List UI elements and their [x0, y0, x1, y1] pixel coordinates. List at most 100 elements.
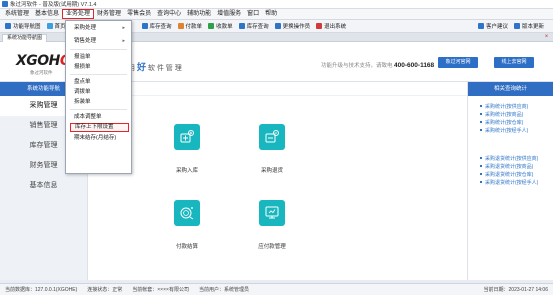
- status-date: 当前日期：2023-01-27 14:06: [483, 287, 548, 293]
- menu-item-assembly[interactable]: 拆装单: [74, 98, 91, 106]
- related-stats-header: 相关查询统计: [468, 82, 553, 96]
- official-site-button[interactable]: 象过河官网: [438, 57, 478, 68]
- payment-icon: [177, 23, 184, 29]
- stats-link-label: 采购统计(按商品): [485, 111, 524, 118]
- menu-item-damage[interactable]: 报损单: [74, 63, 91, 71]
- window-titlebar: 象过河软件 - 普及版(试用期) V7.1.4: [0, 0, 553, 9]
- purchase-in-tile[interactable]: [174, 124, 200, 150]
- bullet-icon: [480, 105, 482, 107]
- stats-link-label: 采购退货统计(按供应商): [485, 155, 539, 162]
- status-user: 当前用户：系统管理员: [198, 287, 249, 293]
- menu-item-label: 销售处理: [74, 38, 97, 44]
- toolbar-feedback-button[interactable]: 客户建议: [475, 21, 511, 32]
- statusbar: 当前数据库：127.0.0.1(XGOHE) 连接状态：正常 当前帐套：××××…: [0, 283, 553, 295]
- nav-map-content: 采购入库 采购退货 付款结算 应付款管理: [88, 82, 467, 280]
- payables-tile[interactable]: [259, 200, 285, 226]
- toolbar-label: 更换操作员: [282, 24, 311, 30]
- menu-auxiliary[interactable]: 辅助功能: [184, 9, 214, 19]
- stats-link-label: 采购统计(按供应商): [485, 103, 529, 110]
- close-icon[interactable]: ×: [543, 34, 550, 41]
- bullet-icon: [480, 157, 482, 159]
- bullet-icon: [480, 113, 482, 115]
- tile-label[interactable]: 采购退货: [242, 166, 302, 174]
- tile-label[interactable]: 付款结算: [157, 242, 217, 250]
- stats-link[interactable]: 采购退货统计(按经手人): [480, 178, 553, 186]
- toolbar-label: 客户建议: [485, 24, 508, 30]
- bullet-icon: [480, 165, 482, 167]
- bullet-icon: [480, 181, 482, 183]
- toolbar-nav-map-button[interactable]: 功能导航图: [2, 21, 44, 32]
- stats-link[interactable]: 采购统计(按经手人): [480, 126, 553, 134]
- tab-nav-map[interactable]: 系统功能导航图: [2, 34, 48, 42]
- stats-link[interactable]: 采购退货统计(按商品): [480, 162, 553, 170]
- menu-item-purchase-process[interactable]: 采购处理 ▸: [74, 24, 130, 32]
- logo: XGOHO: [16, 53, 72, 69]
- menu-value-added[interactable]: 增值服务: [214, 9, 244, 19]
- slogan-emphasis: 好: [136, 62, 146, 72]
- logo-text: XGOH: [16, 53, 60, 69]
- menu-business[interactable]: 业务处理: [62, 9, 95, 19]
- stats-link[interactable]: 采购统计(按仓库): [480, 118, 553, 126]
- toolbar-inventory-query-button[interactable]: 库存查询: [236, 21, 272, 32]
- menu-help[interactable]: 帮助: [262, 9, 280, 19]
- switch-user-icon: [274, 23, 281, 29]
- payment-settle-tile[interactable]: [174, 200, 200, 226]
- slogan: 用 好 软 件 管 理: [128, 60, 182, 73]
- status-database: 当前数据库：127.0.0.1(XGOHE): [5, 287, 78, 293]
- online-site-button[interactable]: 线上去官网: [494, 57, 534, 68]
- stats-link[interactable]: 采购退货统计(按供应商): [480, 154, 553, 162]
- tile-label[interactable]: 应付款管理: [242, 242, 302, 250]
- stock-icon: [141, 23, 148, 29]
- tile-label[interactable]: 采购入库: [157, 166, 217, 174]
- stats-link[interactable]: 采购统计(按供应商): [480, 102, 553, 110]
- menu-finance[interactable]: 财务管理: [94, 9, 124, 19]
- feedback-icon: [477, 23, 484, 29]
- menu-retail-member[interactable]: 零售会员: [124, 9, 154, 19]
- payables-icon: [265, 206, 279, 219]
- menu-item-stocktake[interactable]: 盘点单: [74, 78, 91, 86]
- menu-item-stock-limits[interactable]: 库存上下限设置: [70, 123, 129, 132]
- menu-item-sales-process[interactable]: 销售处理 ▸: [74, 37, 130, 45]
- menu-item-month-end[interactable]: 期末结存(月结存): [74, 134, 116, 142]
- toolbar-label: 功能导航图: [13, 24, 41, 30]
- nav-map-icon: [5, 23, 11, 29]
- stats-link[interactable]: 采购退货统计(按仓库): [480, 170, 553, 178]
- purchase-return-tile[interactable]: [259, 124, 285, 150]
- menu-item-cost-adjust[interactable]: 成本调整单: [74, 113, 102, 121]
- menu-basic-info[interactable]: 基本信息: [32, 9, 62, 19]
- stats-group-purchase: 采购统计(按供应商) 采购统计(按商品) 采购统计(按仓库) 采购统计(按经手人…: [468, 96, 553, 134]
- toolbar-payment-button[interactable]: 付款单: [175, 21, 206, 32]
- related-stats-pane: 相关查询统计 采购统计(按供应商) 采购统计(按商品) 采购统计(按仓库) 采购…: [467, 82, 553, 280]
- toolbar-exit-button[interactable]: 退出系统: [313, 21, 349, 32]
- update-icon: [513, 23, 520, 29]
- menu-separator: [70, 49, 127, 50]
- submenu-arrow-icon: ▸: [122, 25, 125, 31]
- menu-item-transfer[interactable]: 调拨单: [74, 88, 91, 96]
- sidebar-item-basic-info[interactable]: 基本信息: [0, 176, 87, 196]
- stats-link[interactable]: 采购统计(按商品): [480, 110, 553, 118]
- toolbar-stock-query-button[interactable]: 库存查询: [139, 21, 175, 32]
- stats-group-return: 采购退货统计(按供应商) 采购退货统计(按商品) 采购退货统计(按仓库) 采购退…: [468, 134, 553, 186]
- toolbar-label: 付款单: [185, 24, 203, 30]
- toolbar-label: 库存查询: [149, 24, 172, 30]
- menu-system[interactable]: 系统管理: [2, 9, 32, 19]
- logo-subtitle: 象过河软件: [30, 70, 53, 75]
- toolbar-receipt-button[interactable]: 收款单: [205, 21, 236, 32]
- menu-query-center[interactable]: 查询中心: [154, 9, 184, 19]
- bullet-icon: [480, 129, 482, 131]
- business-menu-dropdown: 采购处理 ▸ 销售处理 ▸ 报溢单 报损单 盘点单 调拨单 拆装单 成本调整单 库存…: [65, 20, 132, 174]
- receipt-icon: [208, 23, 215, 29]
- purchase-return-icon: [265, 130, 279, 143]
- exit-icon: [316, 23, 323, 29]
- menu-item-overflow[interactable]: 报溢单: [74, 53, 91, 61]
- stats-link-label: 采购退货统计(按经手人): [485, 179, 539, 186]
- menu-window[interactable]: 窗口: [244, 9, 262, 19]
- toolbar-update-button[interactable]: 版本更新: [511, 21, 547, 32]
- toolbar-label: 首页: [54, 24, 66, 30]
- toolbar-switch-operator-button[interactable]: 更换操作员: [272, 21, 314, 32]
- toolbar-label: 退出系统: [324, 24, 347, 30]
- toolbar-label: 库存查询: [246, 24, 269, 30]
- payment-settle-icon: [180, 207, 194, 220]
- hotline-text: 功能升级与技术支持，请致电: [321, 63, 393, 69]
- toolbar-label: 版本更新: [521, 24, 544, 30]
